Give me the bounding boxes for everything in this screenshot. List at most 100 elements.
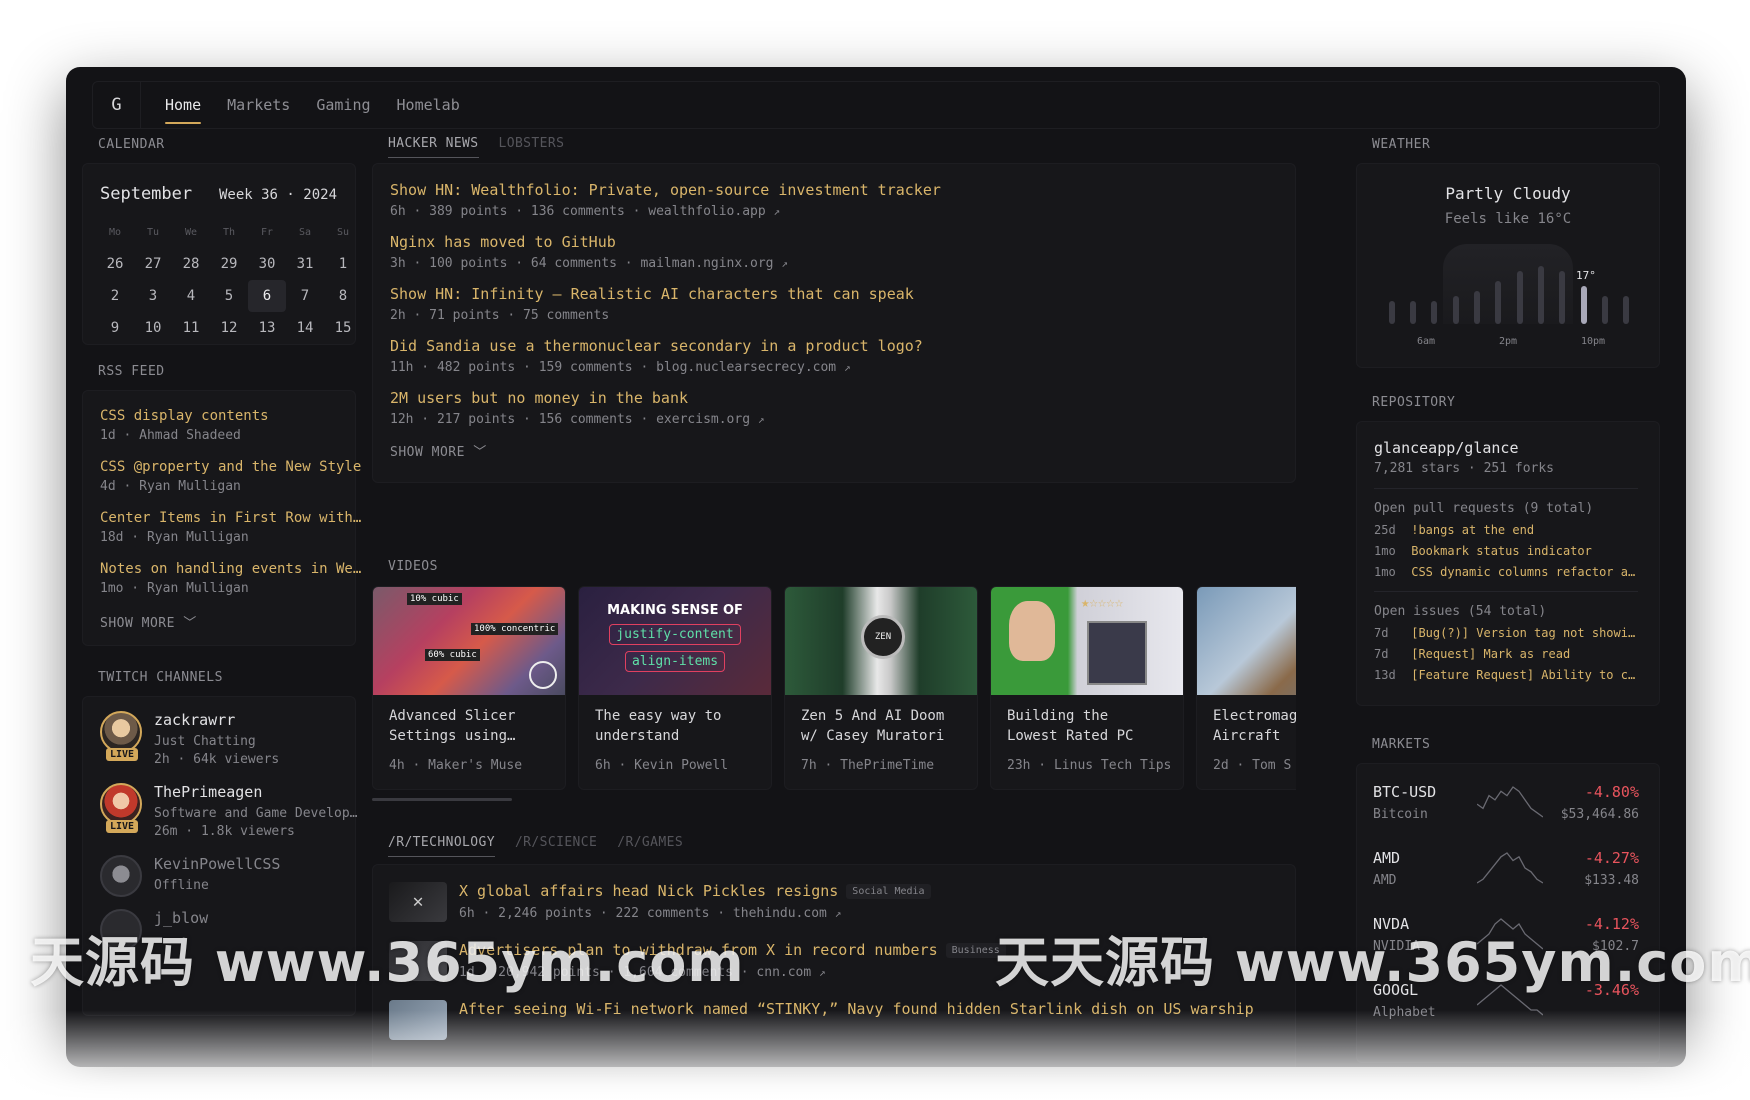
tab-r-science[interactable]: /R/SCIENCE [515,835,597,857]
market-symbol[interactable]: BTC-USD [1373,783,1436,801]
news-item[interactable]: Nginx has moved to GitHub 3h · 100 point… [390,233,1295,271]
video-thumbnail[interactable] [1197,587,1296,695]
nav-gaming[interactable]: Gaming [316,82,370,128]
video-thumbnail[interactable]: ★☆☆☆☆ [991,587,1183,695]
video-thumbnail[interactable]: ZEN [785,587,977,695]
video-card[interactable]: Electromagnetic Aircraft 2d · Tom S [1196,586,1296,790]
channel-name[interactable]: KevinPowellCSS [154,855,359,873]
divider [1374,488,1638,489]
video-thumbnail[interactable]: 10% cubic 100% concentric 60% cubic [373,587,565,695]
rss-item-title[interactable]: CSS @property and the New Style [100,459,364,475]
logo[interactable]: G [93,82,141,128]
video-title[interactable]: The easy way to understand flexbox… [579,695,771,746]
post-title[interactable]: After seeing Wi-Fi network named “STINKY… [459,1000,1254,1018]
weather-bar [1538,266,1544,324]
external-link-icon[interactable]: ↗ [774,205,781,218]
twitch-channel[interactable]: LIVE zackrawrr Just Chatting 2h · 64k vi… [100,711,359,767]
channel-name[interactable]: zackrawrr [154,711,359,729]
calendar-weekday: Fr [260,227,274,238]
tab-r-games[interactable]: /R/GAMES [617,835,683,857]
tab-r-technology[interactable]: /R/TECHNOLOGY [388,835,495,857]
pr-title[interactable]: !bangs at the end [1411,523,1534,537]
repo-name[interactable]: glanceapp/glance [1374,439,1659,457]
rss-item-meta: 1mo · Ryan Mulligan [100,581,249,596]
rss-item-title[interactable]: CSS display contents [100,408,364,424]
nav-homelab[interactable]: Homelab [397,82,460,128]
video-title[interactable]: Zen 5 And AI Doom w/ Casey Muratori [785,695,977,746]
video-title[interactable]: Building the Lowest Rated PC [991,695,1183,746]
news-item[interactable]: 2M users but no money in the bank 12h · … [390,389,1295,427]
rss-item[interactable]: Center Items in First Row with… 18d · Ry… [100,510,361,545]
twitch-title: TWITCH CHANNELS [98,670,223,685]
external-link-icon[interactable]: ↗ [781,257,788,270]
issue-title[interactable]: [Bug(?)] Version tag not showin… [1411,626,1638,640]
nav-markets[interactable]: Markets [227,82,290,128]
rss-item[interactable]: Notes on handling events in We… 1mo · Ry… [100,561,361,596]
reddit-post[interactable]: ✕ X global affairs head Nick Pickles res… [389,882,931,922]
external-link-icon[interactable]: ↗ [835,907,842,920]
issue-item[interactable]: 7d [Request] Mark as read [1374,647,1638,661]
video-card[interactable]: ZEN Zen 5 And AI Doom w/ Casey Muratori … [784,586,978,790]
weather-feels-like: Feels like 16°C [1444,211,1572,227]
issue-item[interactable]: 13d [Feature Request] Ability to ch… [1374,668,1638,682]
pr-title[interactable]: Bookmark status indicator [1411,544,1592,558]
current-temperature: 17° [1576,269,1596,282]
issue-title[interactable]: [Feature Request] Ability to ch… [1411,668,1638,682]
calendar-day: 1 [338,256,348,272]
video-card[interactable]: 10% cubic 100% concentric 60% cubic Adva… [372,586,566,790]
video-card[interactable]: ★☆☆☆☆ Building the Lowest Rated PC 23h ·… [990,586,1184,790]
pull-request-item[interactable]: 25d !bangs at the end [1374,523,1638,537]
videos-title: VIDEOS [388,559,438,574]
repo-card: glanceapp/glance 7,281 stars · 251 forks… [1356,421,1660,706]
pull-request-item[interactable]: 1mo CSS dynamic columns refactor an… [1374,565,1638,579]
issue-item[interactable]: 7d [Bug(?)] Version tag not showin… [1374,626,1638,640]
market-name: Bitcoin [1373,807,1428,822]
avatar[interactable] [100,855,142,897]
external-link-icon[interactable]: ↗ [819,966,826,979]
tab-hacker-news[interactable]: HACKER NEWS [388,136,479,158]
weather-bar [1559,271,1565,324]
news-item-title[interactable]: 2M users but no money in the bank [390,389,1295,407]
avatar[interactable]: LIVE [100,783,142,833]
channel-name[interactable]: ThePrimeagen [154,783,359,801]
avatar[interactable]: LIVE [100,711,142,761]
videos-scrollbar[interactable] [372,798,1296,801]
news-item[interactable]: Show HN: Infinity – Realistic AI charact… [390,285,1295,323]
post-title[interactable]: X global affairs head Nick Pickles resig… [459,882,838,900]
x-logo-icon[interactable]: ✕ [389,882,447,922]
video-card[interactable]: MAKING SENSE OF justify-content align-it… [578,586,772,790]
video-thumbnail[interactable]: MAKING SENSE OF justify-content align-it… [579,587,771,695]
post-thumbnail[interactable] [389,1000,447,1040]
rss-item[interactable]: CSS @property and the New Style 4d · Rya… [100,459,361,494]
market-symbol[interactable]: AMD [1373,849,1400,867]
news-item[interactable]: Show HN: Wealthfolio: Private, open-sour… [390,181,1295,219]
pull-request-item[interactable]: 1mo Bookmark status indicator [1374,544,1638,558]
news-item-title[interactable]: Show HN: Infinity – Realistic AI charact… [390,285,1295,303]
calendar-day-today: 6 [248,280,286,312]
rss-item-title[interactable]: Notes on handling events in We… [100,561,364,577]
issue-title[interactable]: [Request] Mark as read [1411,647,1570,661]
reddit-post[interactable]: After seeing Wi-Fi network named “STINKY… [389,1000,1254,1040]
news-item[interactable]: Did Sandia use a thermonuclear secondary… [390,337,1295,375]
calendar-day: 29 [220,256,238,272]
twitch-channel[interactable]: KevinPowellCSS Offline [100,855,359,897]
news-show-more-button[interactable]: SHOW MORE ﹀ [390,441,1295,460]
videos-scroller[interactable]: 10% cubic 100% concentric 60% cubic Adva… [372,586,1296,794]
scrollbar-thumb[interactable] [372,798,512,801]
twitch-channel[interactable]: LIVE ThePrimeagen Software and Game Deve… [100,783,359,839]
pr-title[interactable]: CSS dynamic columns refactor an… [1411,565,1638,579]
market-row[interactable]: AMD AMD -4.27% $133.48 [1373,847,1639,909]
nav-home[interactable]: Home [165,82,202,128]
video-title[interactable]: Electromagnetic Aircraft [1197,695,1296,746]
news-item-title[interactable]: Nginx has moved to GitHub [390,233,1295,251]
external-link-icon[interactable]: ↗ [758,413,765,426]
market-row[interactable]: BTC-USD Bitcoin -4.80% $53,464.86 [1373,781,1639,843]
video-title[interactable]: Advanced Slicer Settings using… [373,695,565,746]
rss-item-title[interactable]: Center Items in First Row with… [100,510,364,526]
news-item-title[interactable]: Did Sandia use a thermonuclear secondary… [390,337,1295,355]
tab-lobsters[interactable]: LOBSTERS [499,136,565,158]
external-link-icon[interactable]: ↗ [844,361,851,374]
rss-item[interactable]: CSS display contents 1d · Ahmad Shadeed [100,408,355,443]
news-item-title[interactable]: Show HN: Wealthfolio: Private, open-sour… [390,181,1295,199]
rss-show-more-button[interactable]: SHOW MORE ﹀ [100,612,355,631]
